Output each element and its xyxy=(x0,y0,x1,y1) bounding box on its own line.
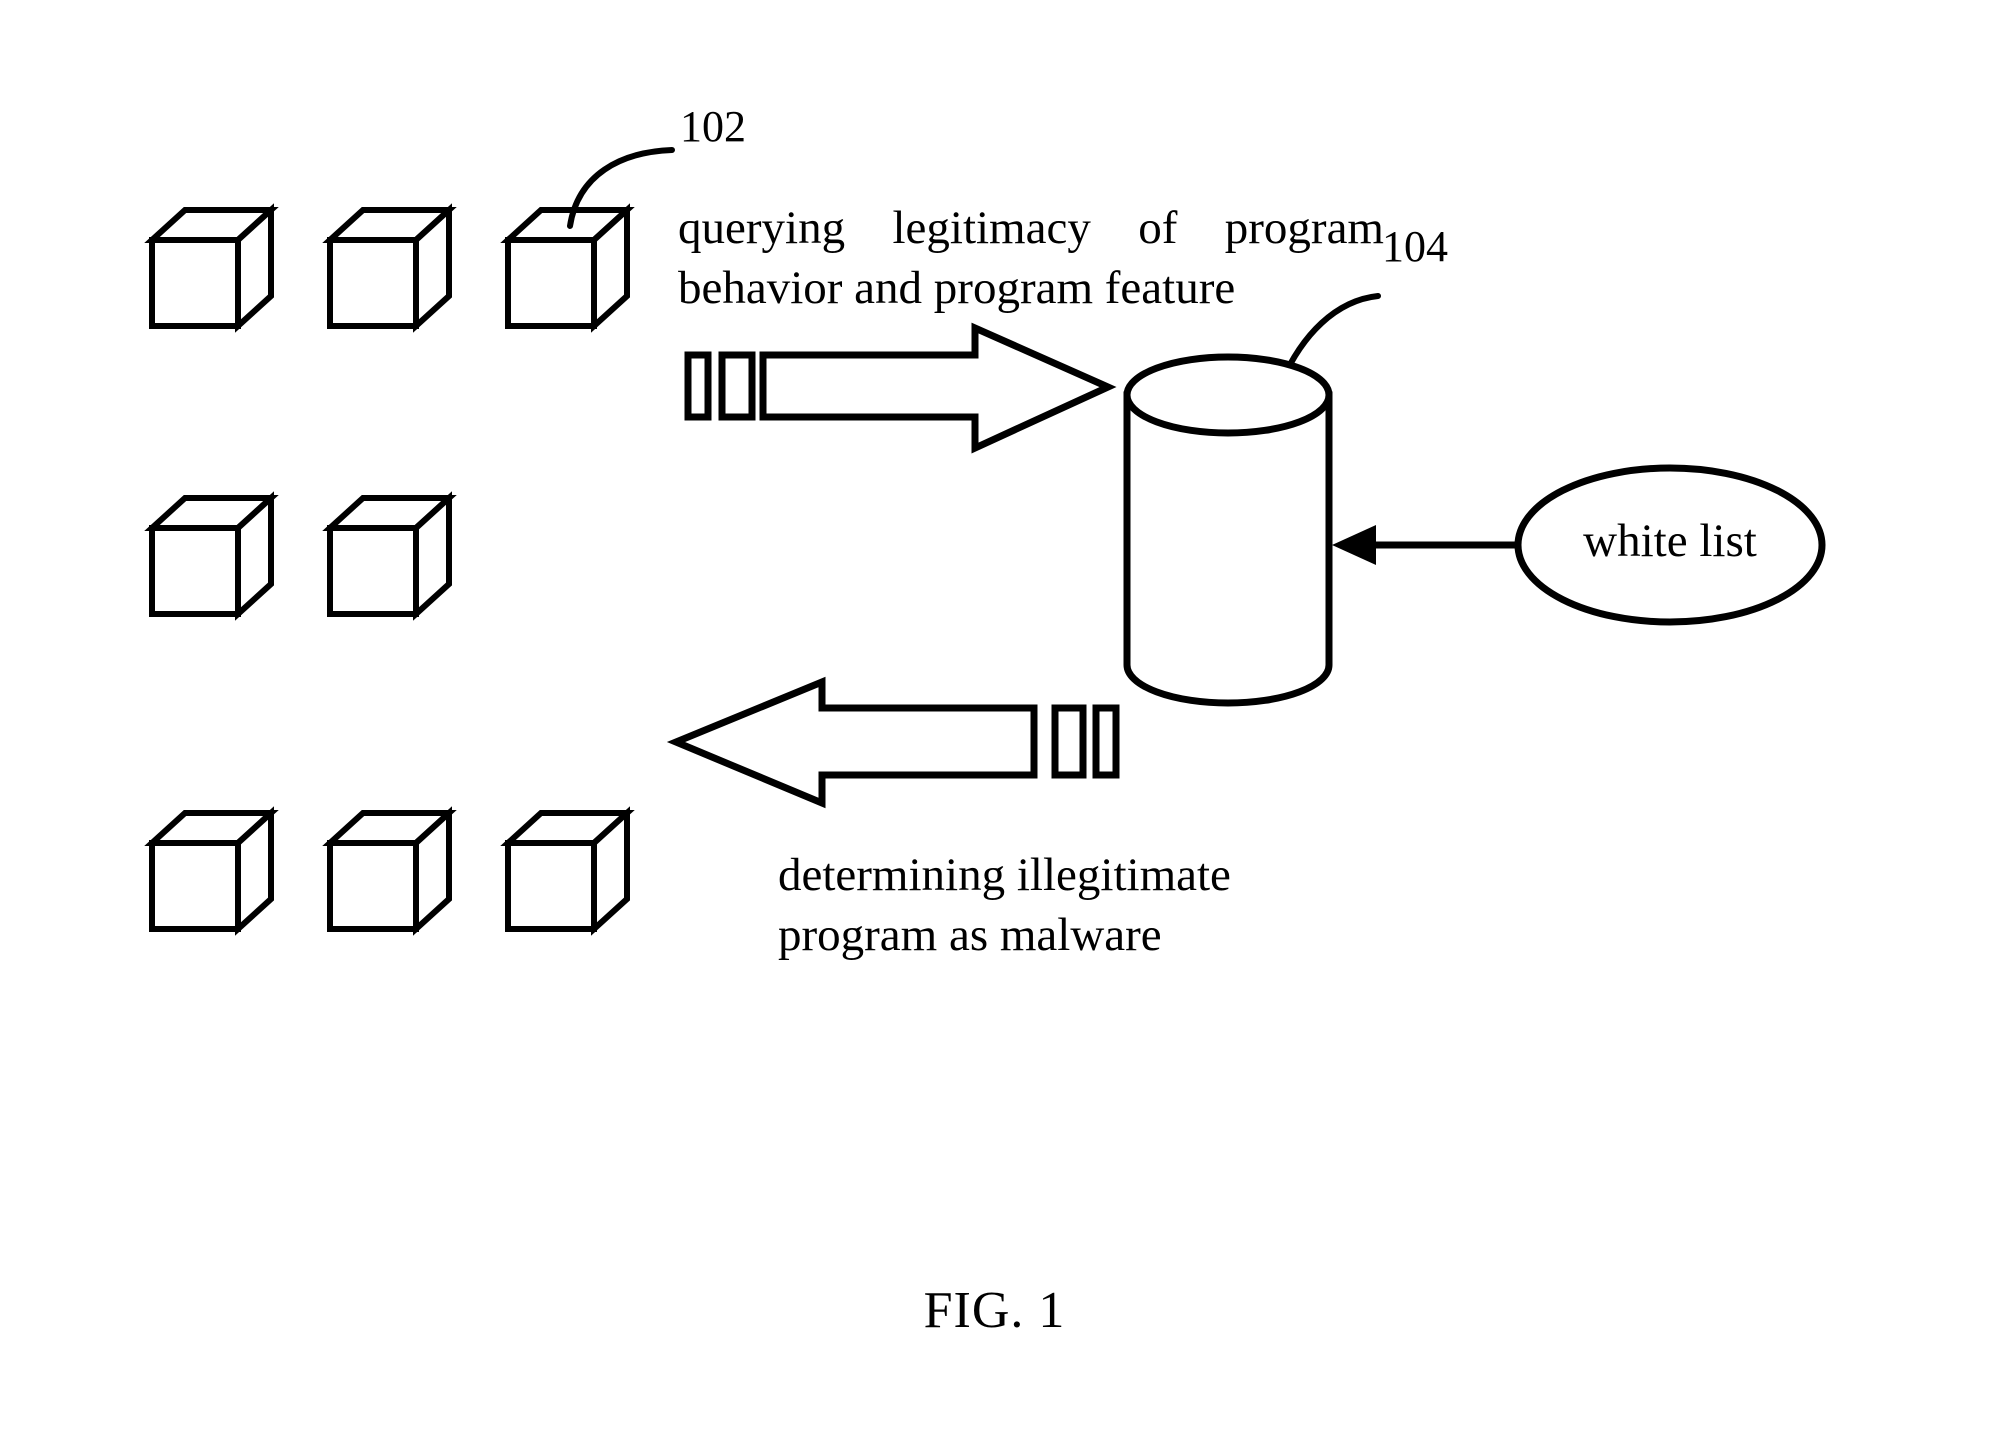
determine-arrow-tick-1 xyxy=(1051,704,1087,779)
cube-row1-item2 xyxy=(322,203,457,333)
white-list-arrow-head xyxy=(1332,525,1376,565)
white-list-label: white list xyxy=(1583,515,1757,567)
determine-step-label: determining illegitimate program as malw… xyxy=(778,845,1298,965)
cube-row3-item3 xyxy=(500,806,635,936)
query-arrow-tick-2 xyxy=(718,351,756,421)
query-arrow-body xyxy=(759,322,1117,454)
database-cylinder xyxy=(1123,353,1333,707)
query-step-line-1: querying legitimacy of program xyxy=(678,202,1384,254)
query-step-label: querying legitimacy of program behavior … xyxy=(678,198,1384,318)
cube-row3-item2 xyxy=(322,806,457,936)
determine-arrow-tick-2 xyxy=(1092,704,1120,779)
cube-row-3 xyxy=(144,806,635,936)
cube-row-2 xyxy=(144,491,457,621)
figure-caption: FIG. 1 xyxy=(923,1282,1066,1339)
determine-arrow xyxy=(666,676,1120,809)
query-arrow-tick-1 xyxy=(684,351,712,421)
patent-figure: 102 104 querying legitimacy of program b… xyxy=(0,0,1989,1429)
white-list-arrow xyxy=(1332,525,1516,565)
cube-row3-item1 xyxy=(144,806,279,936)
cylinder-top-ellipse xyxy=(1123,353,1333,437)
reference-numeral-102: 102 xyxy=(680,102,746,151)
cube-row2-item2 xyxy=(322,491,457,621)
query-step-line-2: behavior and program feature xyxy=(678,262,1236,314)
reference-numeral-104: 104 xyxy=(1382,222,1448,271)
cube-row2-item1 xyxy=(144,491,279,621)
query-arrow xyxy=(684,322,1117,454)
determine-arrow-body xyxy=(666,676,1038,809)
cube-row-1 xyxy=(144,203,635,333)
cube-row1-item1 xyxy=(144,203,279,333)
determine-step-line-1: determining illegitimate xyxy=(778,849,1231,901)
cylinder-body xyxy=(1123,391,1333,707)
determine-step-line-2: program as malware xyxy=(778,909,1162,961)
